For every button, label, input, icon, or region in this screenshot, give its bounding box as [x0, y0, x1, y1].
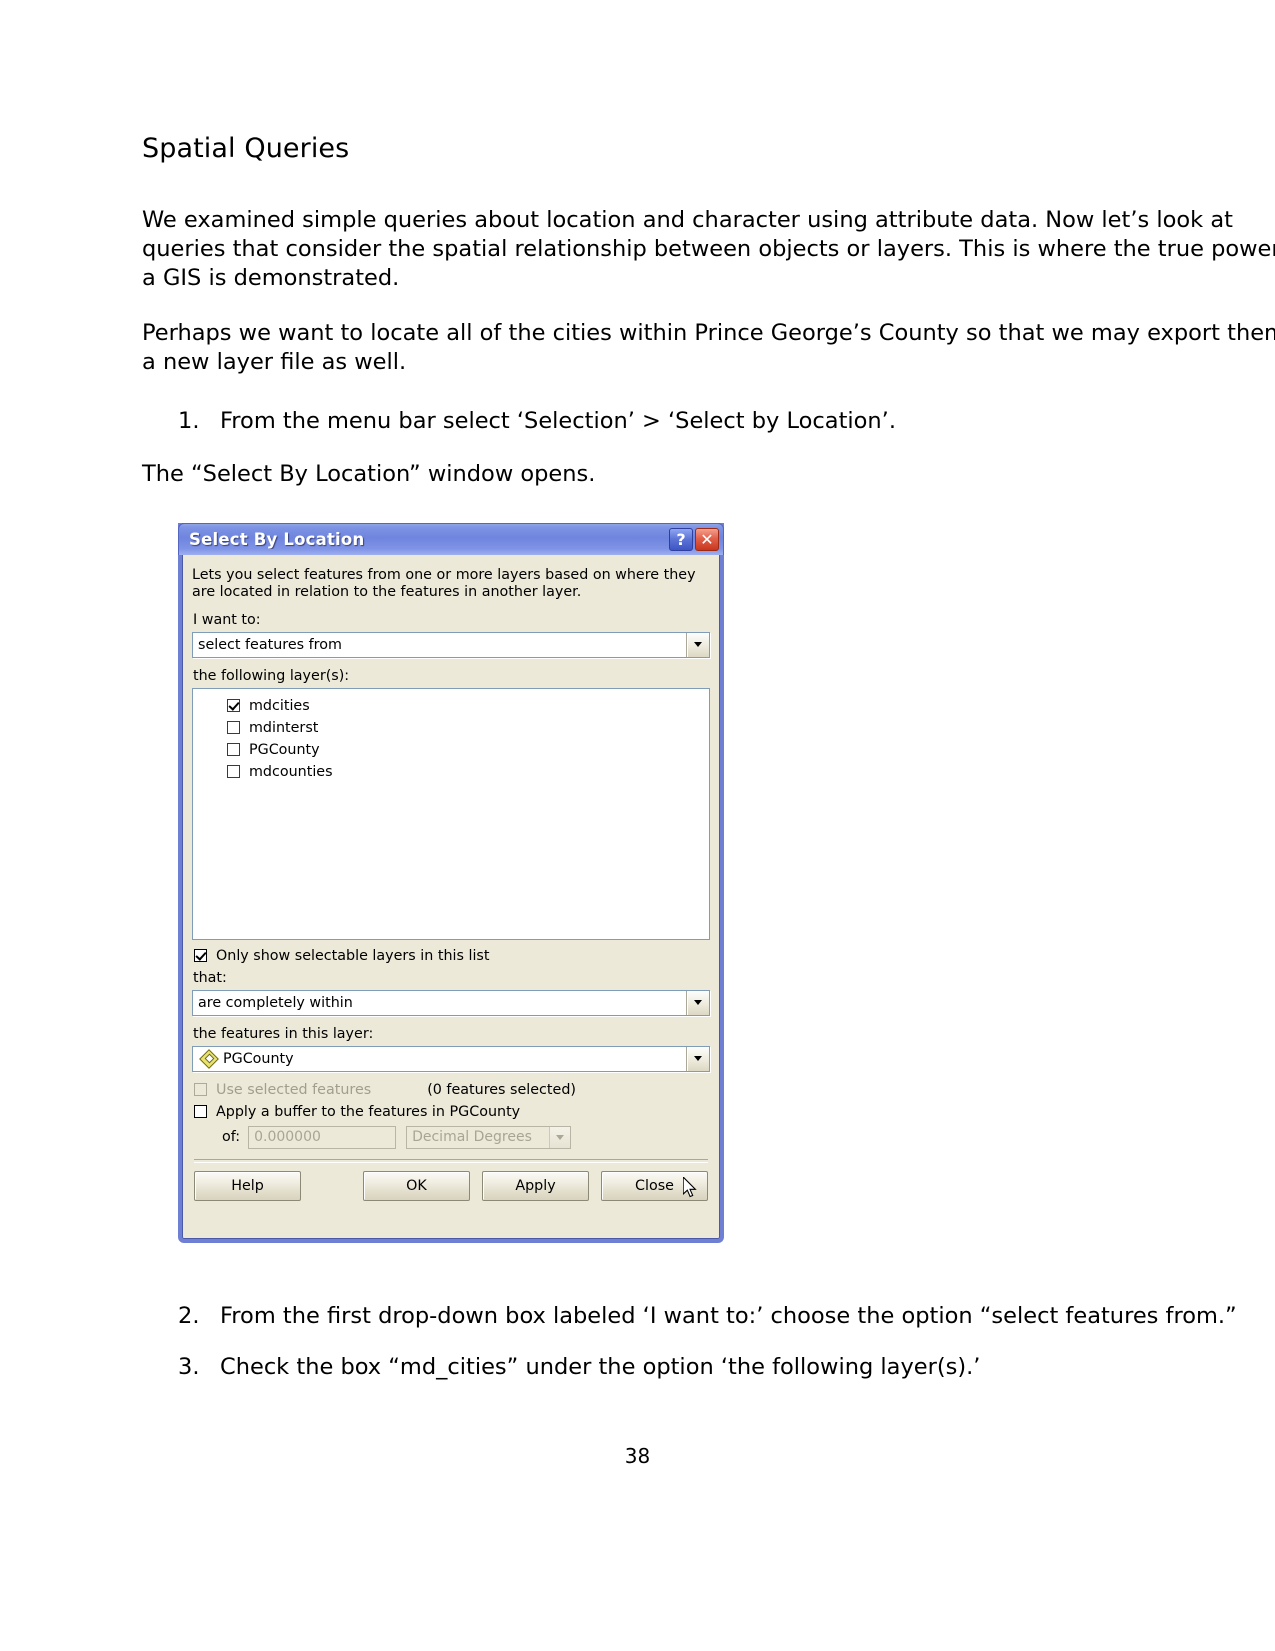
- paragraph-cities: Perhaps we want to locate all of the cit…: [142, 319, 1275, 375]
- chevron-down-icon[interactable]: [686, 632, 709, 657]
- close-button[interactable]: Close: [601, 1170, 708, 1201]
- apply-buffer-label: Apply a buffer to the features in PGCoun…: [216, 1103, 521, 1120]
- step-number: 1.: [178, 407, 200, 434]
- buffer-distance-row: of: 0.000000 Decimal Degrees: [222, 1125, 710, 1149]
- steps-list-top: 1. From the menu bar select ‘Selection’ …: [142, 407, 1275, 436]
- dialog-description: Lets you select features from one or mor…: [192, 567, 696, 601]
- apply-buffer-row[interactable]: Apply a buffer to the features in PGCoun…: [194, 1104, 710, 1120]
- step-text: From the first drop-down box labeled ‘I …: [220, 1303, 1237, 1329]
- step-number: 3.: [178, 1354, 200, 1381]
- step-text: Check the box “md_cities” under the opti…: [220, 1354, 981, 1381]
- list-item[interactable]: mdcities: [227, 695, 705, 717]
- list-item: 1. From the menu bar select ‘Selection’ …: [142, 407, 1275, 436]
- i-want-to-label: I want to:: [193, 611, 261, 628]
- list-item[interactable]: mdcounties: [227, 761, 705, 783]
- layer-checkbox[interactable]: [227, 721, 240, 735]
- paragraph-intro: We examined simple queries about locatio…: [142, 206, 1275, 291]
- apply-buffer-checkbox[interactable]: [194, 1105, 207, 1119]
- paragraph-window-opens: The “Select By Location” window opens.: [142, 461, 596, 488]
- buffer-distance-input: 0.000000: [248, 1125, 397, 1149]
- that-label: that:: [193, 969, 227, 986]
- chevron-down-icon: [549, 1126, 571, 1148]
- dialog-titlebar[interactable]: Select By Location ? ✕: [178, 523, 724, 555]
- layer-checkbox[interactable]: [227, 699, 240, 713]
- buffer-units-dropdown: Decimal Degrees: [406, 1125, 572, 1149]
- list-item: 2. From the first drop-down box labeled …: [142, 1302, 1275, 1331]
- close-icon[interactable]: ✕: [695, 528, 719, 551]
- layer-checkbox[interactable]: [227, 765, 240, 779]
- of-label: of:: [222, 1129, 241, 1146]
- features-layer-dropdown[interactable]: PGCounty: [192, 1045, 710, 1072]
- select-by-location-window: Select By Location ? ✕ Lets you select f…: [178, 523, 724, 1243]
- apply-button[interactable]: Apply: [482, 1170, 589, 1201]
- dialog-client-area: Lets you select features from one or mor…: [182, 555, 720, 1213]
- use-selected-features-row: Use selected features (0 features select…: [194, 1082, 710, 1098]
- document-body-lower: 2. From the first drop-down box labeled …: [142, 1302, 1275, 1407]
- layers-listbox[interactable]: mdcities mdinterst PGCounty mdcounties: [192, 687, 710, 940]
- list-item: 3. Check the box “md_cities” under the o…: [142, 1353, 1275, 1382]
- only-selectable-layers-checkbox-row[interactable]: Only show selectable layers in this list: [194, 948, 710, 964]
- features-selected-count: (0 features selected): [427, 1081, 576, 1098]
- layer-name: mdinterst: [249, 719, 319, 736]
- features-in-layer-label: the features in this layer:: [193, 1025, 374, 1042]
- step-number: 2.: [178, 1303, 200, 1329]
- only-selectable-layers-checkbox[interactable]: [194, 949, 207, 963]
- step-text: From the menu bar select ‘Selection’ > ‘…: [220, 407, 896, 434]
- i-want-to-value: select features from: [198, 636, 342, 653]
- layer-name: mdcounties: [249, 763, 333, 780]
- layer-checkbox[interactable]: [227, 743, 240, 757]
- spatial-relationship-dropdown[interactable]: are completely within: [192, 989, 710, 1016]
- dialog-title: Select By Location: [189, 530, 365, 549]
- page-title: Spatial Queries: [142, 133, 350, 164]
- polygon-symbol-icon: [199, 1048, 219, 1069]
- i-want-to-dropdown[interactable]: select features from: [192, 631, 710, 658]
- document-body: Spatial Queries We examined simple queri…: [142, 132, 1275, 515]
- document-page: Spatial Queries We examined simple queri…: [0, 0, 1275, 1651]
- help-icon[interactable]: ?: [669, 528, 693, 551]
- list-item[interactable]: mdinterst: [227, 717, 705, 739]
- layer-name: mdcities: [249, 697, 310, 714]
- help-button[interactable]: Help: [194, 1170, 301, 1201]
- page-number: 38: [624, 1444, 651, 1468]
- dialog-button-row: Help OK Apply Close: [192, 1170, 710, 1205]
- divider: [194, 1158, 708, 1163]
- use-selected-features-checkbox: [194, 1083, 207, 1097]
- buffer-units-value: Decimal Degrees: [412, 1129, 532, 1146]
- only-selectable-layers-label: Only show selectable layers in this list: [216, 947, 490, 964]
- chevron-down-icon[interactable]: [686, 1046, 709, 1071]
- layer-name: PGCounty: [249, 741, 320, 758]
- ok-button[interactable]: OK: [363, 1170, 470, 1201]
- spatial-relationship-value: are completely within: [198, 994, 353, 1011]
- list-item[interactable]: PGCounty: [227, 739, 705, 761]
- features-layer-value-wrap: PGCounty: [193, 1047, 686, 1071]
- select-by-location-dialog-screenshot: Select By Location ? ✕ Lets you select f…: [178, 523, 724, 1247]
- following-layers-label: the following layer(s):: [193, 667, 350, 684]
- chevron-down-icon[interactable]: [686, 990, 709, 1015]
- use-selected-features-label: Use selected features: [216, 1081, 372, 1098]
- features-layer-value: PGCounty: [223, 1050, 294, 1067]
- steps-list-bottom: 2. From the first drop-down box labeled …: [142, 1302, 1275, 1383]
